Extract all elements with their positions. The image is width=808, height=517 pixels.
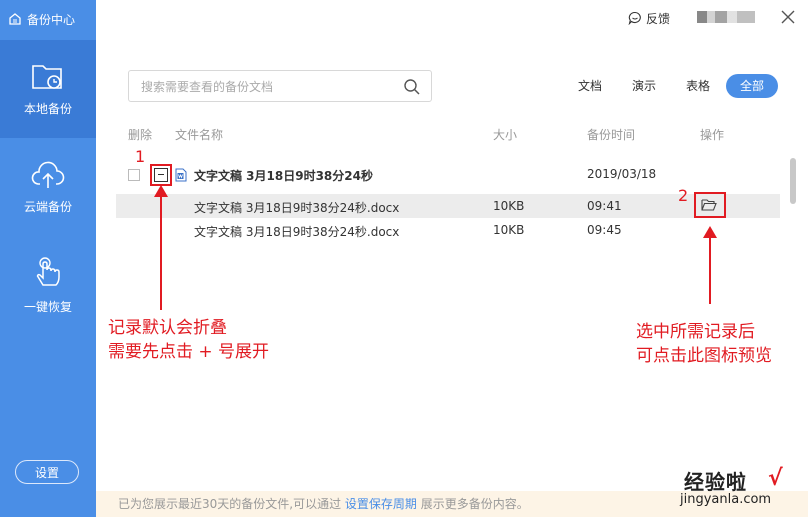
sidebar-item-cloud-backup[interactable]: 云端备份 bbox=[0, 138, 96, 236]
sidebar: 备份中心 本地备份 云端备份 一键恢复 设置 bbox=[0, 0, 96, 517]
row-file-name: 文字文稿 3月18日9时38分24秒.docx bbox=[194, 225, 400, 239]
sidebar-item-label: 本地备份 bbox=[23, 101, 72, 116]
settings-button[interactable]: 设置 bbox=[15, 460, 79, 484]
row-backup-time: 09:41 bbox=[587, 199, 622, 213]
watermark-url: jingyanla.com bbox=[680, 492, 772, 507]
annotation-arrow-left bbox=[160, 194, 162, 310]
app-brand: 备份中心 bbox=[8, 9, 75, 29]
column-header-size: 大小 bbox=[493, 128, 518, 142]
user-account[interactable] bbox=[697, 11, 755, 23]
app-title: 备份中心 bbox=[27, 12, 76, 27]
annotation-number-2: 2 bbox=[678, 186, 689, 205]
annotation-arrowhead-left bbox=[154, 185, 168, 197]
footer-text-after: 展示更多备份内容。 bbox=[416, 497, 529, 511]
column-header-action: 操作 bbox=[700, 128, 725, 142]
column-header-time: 备份时间 bbox=[587, 128, 636, 142]
annotation-arrow-right bbox=[709, 236, 711, 304]
row-file-size: 10KB bbox=[493, 199, 525, 213]
feedback-label: 反馈 bbox=[646, 11, 671, 26]
backup-logo-icon bbox=[9, 13, 21, 25]
column-header-delete: 删除 bbox=[128, 128, 153, 142]
annotation-note-right-1: 选中所需记录后 bbox=[636, 322, 755, 342]
filter-documents[interactable]: 文档 bbox=[572, 74, 608, 98]
filter-presentations[interactable]: 演示 bbox=[626, 74, 662, 98]
watermark-check: √ bbox=[768, 466, 783, 491]
chat-bubble-icon bbox=[628, 11, 641, 25]
feedback-button[interactable]: 反馈 bbox=[628, 9, 670, 27]
word-document-icon bbox=[175, 168, 187, 182]
sidebar-item-one-click-restore[interactable]: 一键恢复 bbox=[0, 236, 96, 334]
filter-spreadsheets[interactable]: 表格 bbox=[680, 74, 716, 98]
watermark-title: 经验啦 bbox=[684, 470, 747, 494]
search-box bbox=[128, 70, 432, 102]
group-title: 文字文稿 3月18日9时38分24秒 bbox=[194, 169, 373, 183]
file-type-filters: 文档 演示 表格 全部 bbox=[560, 74, 782, 98]
row-file-name: 文字文稿 3月18日9时38分24秒.docx bbox=[194, 201, 400, 215]
row-backup-time: 09:45 bbox=[587, 223, 622, 237]
sidebar-item-label: 云端备份 bbox=[23, 199, 72, 214]
sidebar-item-local-backup[interactable]: 本地备份 bbox=[0, 40, 96, 138]
column-header-name: 文件名称 bbox=[175, 128, 224, 142]
close-icon[interactable] bbox=[779, 8, 797, 26]
sidebar-item-label: 一键恢复 bbox=[23, 299, 72, 314]
search-input[interactable] bbox=[141, 78, 401, 96]
annotation-note-left-1: 记录默认会折叠 bbox=[108, 318, 227, 338]
group-date: 2019/03/18 bbox=[587, 167, 657, 181]
hand-touch-icon bbox=[36, 256, 60, 286]
annotation-number-1: 1 bbox=[135, 147, 146, 166]
search-icon[interactable] bbox=[403, 78, 421, 96]
set-retention-period-link[interactable]: 设置保存周期 bbox=[345, 497, 417, 511]
watermark: 经验啦 √ jingyanla.com bbox=[676, 466, 804, 514]
group-select-checkbox[interactable] bbox=[128, 169, 140, 181]
row-file-size: 10KB bbox=[493, 223, 525, 237]
scrollbar-thumb[interactable] bbox=[790, 158, 796, 204]
filter-all[interactable]: 全部 bbox=[726, 74, 778, 98]
annotation-arrowhead-right bbox=[703, 226, 717, 238]
footer-text-before: 已为您展示最近30天的备份文件,可以通过 bbox=[118, 497, 345, 511]
annotation-note-right-2: 可点击此图标预览 bbox=[636, 346, 772, 366]
cloud-upload-icon bbox=[31, 161, 65, 188]
folder-clock-icon bbox=[32, 64, 62, 89]
annotation-box-folder bbox=[694, 192, 726, 218]
annotation-note-left-2: 需要先点击 + 号展开 bbox=[108, 342, 270, 362]
annotation-box-collapse bbox=[150, 164, 172, 186]
